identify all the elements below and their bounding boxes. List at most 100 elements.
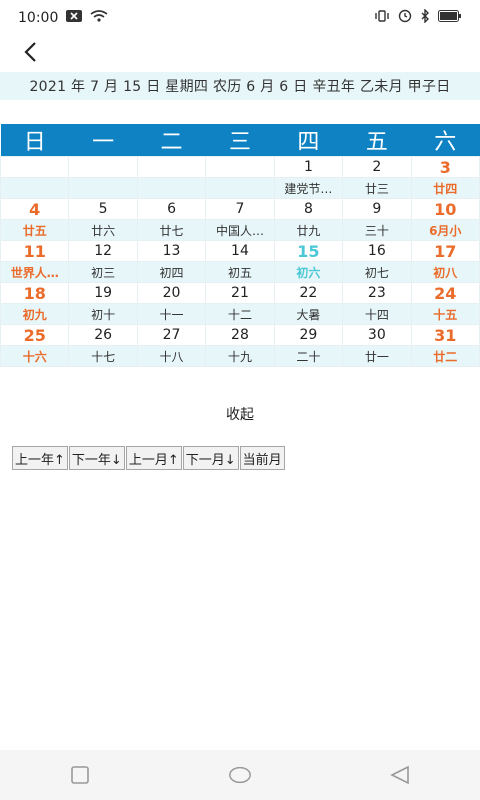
day-cell[interactable]: 25 (0, 324, 70, 346)
lunar-cell[interactable]: 廿五 (0, 219, 70, 241)
lunar-cell[interactable]: 初九 (0, 303, 70, 325)
day-cell[interactable]: 26 (68, 324, 138, 346)
prev-year-button[interactable]: 上一年↑ (12, 446, 68, 470)
today-day-cell[interactable]: 15 (273, 240, 344, 262)
calendar-body: 1 2 3 建党节… 廿三 廿四 4 5 6 7 8 9 10 廿五 廿六 廿七 中国人… 廿九 三十 6月小 11 12… (0, 156, 480, 367)
lunar-cell[interactable]: 二十 (273, 345, 344, 367)
lunar-cell[interactable]: 十九 (205, 345, 275, 367)
day-cell[interactable]: 29 (273, 324, 344, 346)
lunar-cell[interactable]: 廿七 (136, 219, 207, 241)
lunar-cell[interactable]: 十二 (205, 303, 275, 325)
day-cell[interactable]: 18 (0, 282, 70, 304)
day-cell[interactable]: 4 (0, 198, 70, 220)
lunar-cell[interactable]: 初十 (68, 303, 138, 325)
back-icon[interactable] (388, 763, 412, 787)
lunar-cell[interactable]: 世界人… (0, 261, 70, 283)
lunar-cell (205, 177, 275, 199)
day-cell[interactable]: 20 (136, 282, 207, 304)
day-cell[interactable]: 6 (136, 198, 207, 220)
weekday-label: 六 (411, 124, 480, 157)
battery-icon (438, 10, 462, 26)
prev-month-button[interactable]: 上一月↑ (125, 446, 182, 470)
weekday-label: 三 (205, 124, 275, 157)
status-bar: 10:00 (0, 0, 480, 36)
lunar-cell[interactable]: 廿九 (273, 219, 344, 241)
empty-day-cell (0, 156, 70, 178)
day-cell[interactable]: 23 (342, 282, 412, 304)
day-cell[interactable]: 22 (273, 282, 344, 304)
lunar-cell[interactable]: 廿三 (342, 177, 412, 199)
next-year-button[interactable]: 下一年↓ (68, 446, 125, 470)
current-date-line: 2021 年 7 月 15 日 星期四 农历 6 月 6 日 辛丑年 乙未月 甲… (0, 72, 480, 100)
lunar-cell[interactable]: 十七 (68, 345, 138, 367)
week-lunar-row: 廿五 廿六 廿七 中国人… 廿九 三十 6月小 (0, 219, 480, 241)
week-lunar-row: 十六 十七 十八 十九 二十 廿一 廿二 (0, 345, 480, 367)
lunar-cell[interactable]: 初五 (205, 261, 275, 283)
notification-icon (66, 10, 83, 26)
lunar-cell[interactable]: 初八 (410, 261, 480, 283)
lunar-cell[interactable]: 大暑 (273, 303, 344, 325)
current-month-button[interactable]: 当前月 (239, 446, 285, 470)
day-cell[interactable]: 19 (68, 282, 138, 304)
day-cell[interactable]: 28 (205, 324, 275, 346)
lunar-cell[interactable]: 初四 (136, 261, 207, 283)
vibrate-icon (374, 10, 390, 26)
day-cell[interactable]: 17 (410, 240, 480, 262)
lunar-cell[interactable]: 廿二 (410, 345, 480, 367)
weekday-label: 一 (68, 124, 138, 157)
lunar-cell[interactable]: 初三 (68, 261, 138, 283)
day-cell[interactable]: 11 (0, 240, 70, 262)
day-cell[interactable]: 7 (205, 198, 275, 220)
day-cell[interactable]: 3 (410, 156, 480, 178)
lunar-cell[interactable]: 6月小 (410, 219, 480, 241)
lunar-cell[interactable]: 初六 (273, 261, 344, 283)
week-day-row: 18 19 20 21 22 23 24 (0, 282, 480, 304)
day-cell[interactable]: 2 (342, 156, 412, 178)
navigation-buttons: 上一年↑ 下一年↓ 上一月↑ 下一月↓ 当前月 (12, 446, 286, 470)
day-cell[interactable]: 30 (342, 324, 412, 346)
week-lunar-row: 初九 初十 十一 十二 大暑 十四 十五 (0, 303, 480, 325)
day-cell[interactable]: 1 (273, 156, 344, 178)
empty-day-cell (205, 156, 275, 178)
day-cell[interactable]: 8 (273, 198, 344, 220)
collapse-button[interactable]: 收起 (0, 404, 480, 424)
status-right (374, 8, 462, 27)
day-cell[interactable]: 13 (136, 240, 207, 262)
lunar-cell[interactable]: 廿一 (342, 345, 412, 367)
day-cell[interactable]: 24 (410, 282, 480, 304)
recent-apps-icon[interactable] (68, 763, 92, 787)
lunar-cell[interactable]: 三十 (342, 219, 412, 241)
lunar-cell[interactable]: 中国人… (205, 219, 275, 241)
weekday-label: 五 (342, 124, 412, 157)
week-day-row: 25 26 27 28 29 30 31 (0, 324, 480, 346)
week-lunar-row: 世界人… 初三 初四 初五 初六 初七 初八 (0, 261, 480, 283)
week-day-row: 11 12 13 14 15 16 17 (0, 240, 480, 262)
alarm-icon (398, 9, 412, 27)
lunar-cell[interactable]: 廿四 (410, 177, 480, 199)
chevron-left-icon (24, 42, 36, 62)
day-cell[interactable]: 21 (205, 282, 275, 304)
day-cell[interactable]: 14 (205, 240, 275, 262)
day-cell[interactable]: 16 (342, 240, 412, 262)
lunar-cell[interactable]: 初七 (342, 261, 412, 283)
lunar-cell[interactable]: 廿六 (68, 219, 138, 241)
lunar-cell[interactable]: 十一 (136, 303, 207, 325)
day-cell[interactable]: 12 (68, 240, 138, 262)
lunar-cell[interactable]: 十六 (0, 345, 70, 367)
lunar-cell (136, 177, 207, 199)
day-cell[interactable]: 9 (342, 198, 412, 220)
lunar-cell[interactable]: 十五 (410, 303, 480, 325)
back-button[interactable] (16, 36, 44, 68)
weekday-label: 四 (274, 124, 343, 157)
week-lunar-row: 建党节… 廿三 廿四 (0, 177, 480, 199)
day-cell[interactable]: 31 (410, 324, 480, 346)
empty-day-cell (136, 156, 207, 178)
day-cell[interactable]: 27 (136, 324, 207, 346)
lunar-cell[interactable]: 十八 (136, 345, 207, 367)
home-icon[interactable] (228, 763, 252, 787)
next-month-button[interactable]: 下一月↓ (182, 446, 239, 470)
day-cell[interactable]: 5 (68, 198, 138, 220)
lunar-cell[interactable]: 十四 (342, 303, 412, 325)
day-cell[interactable]: 10 (410, 198, 480, 220)
lunar-cell[interactable]: 建党节… (273, 177, 344, 199)
